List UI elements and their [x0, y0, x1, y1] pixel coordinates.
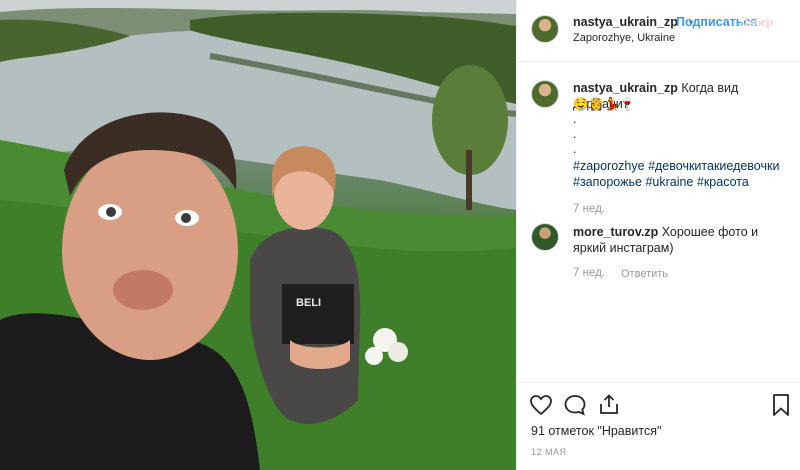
bookmark-icon[interactable]: [771, 393, 791, 422]
post-side-panel: nastya_ukrain_zp • Подписаться Ла6ер Zap…: [516, 0, 800, 470]
comment-text-line-1: Хорошее фото и: [661, 225, 759, 239]
hashtag-link[interactable]: #ukraine: [645, 175, 693, 189]
comment-text-line-2: яркий инстаграм): [573, 241, 674, 255]
post-location[interactable]: Zaporozhye, Ukraine: [573, 32, 675, 44]
hashtag-link[interactable]: #красота: [697, 175, 749, 189]
caption-dot-1: .: [573, 112, 577, 126]
comment-username[interactable]: more_turov.zp: [573, 225, 658, 239]
share-icon[interactable]: [597, 393, 621, 420]
hashtag-link[interactable]: #девочкитакиедевочки: [648, 159, 779, 173]
svg-text:BELI: BELI: [296, 297, 321, 309]
post-photo[interactable]: BELI: [0, 0, 516, 470]
comment-time[interactable]: 7 нед.: [573, 267, 605, 279]
caption-username[interactable]: nastya_ukrain_zp: [573, 81, 678, 95]
caption-dot-3: .: [573, 142, 577, 156]
heart-icon[interactable]: [529, 394, 553, 421]
caption-time[interactable]: 7 нед.: [573, 203, 605, 215]
author-avatar[interactable]: [531, 15, 559, 43]
post-date[interactable]: 12 МАЯ: [531, 447, 567, 457]
likes-count[interactable]: 91 отметок "Нравится": [531, 424, 661, 438]
caption-emoji: 🤤👸💃🍷: [573, 97, 636, 111]
hashtag-link[interactable]: #запорожье: [573, 175, 642, 189]
reply-button[interactable]: Ответить: [621, 268, 668, 280]
hashtags-line-1: #zaporozhye #девочкитакиедевочки: [573, 158, 779, 174]
author-username[interactable]: nastya_ukrain_zp: [573, 15, 678, 29]
photo-scene: BELI: [0, 0, 516, 470]
post-header: nastya_ukrain_zp • Подписаться Ла6ер Zap…: [517, 0, 800, 62]
comment: more_turov.zp Хорошее фото и: [573, 224, 793, 240]
post-actions: 91 отметок "Нравится" 12 МАЯ: [517, 382, 800, 470]
hashtag-link[interactable]: #zaporozhye: [573, 159, 645, 173]
watermark-logo: Ла6ер: [739, 14, 774, 29]
hashtags-line-2: #запорожье #ukraine #красота: [573, 174, 749, 190]
commenter-avatar[interactable]: [531, 223, 559, 251]
comment-bubble-icon[interactable]: [563, 394, 587, 421]
caption-dot-2: .: [573, 127, 577, 141]
caption-avatar[interactable]: [531, 80, 559, 108]
